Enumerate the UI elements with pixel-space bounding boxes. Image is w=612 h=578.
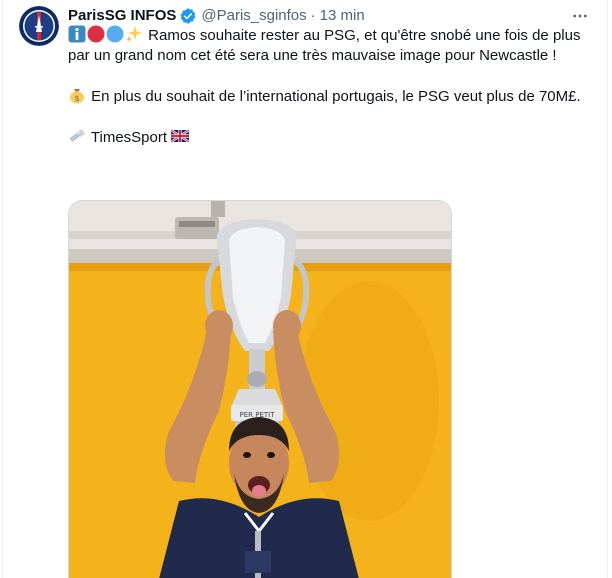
tweet-source-line: TimesSport: [68, 127, 593, 148]
tweet-paragraph-2: $ En plus du souhait de l’international …: [68, 86, 593, 107]
photo-trophy-celebration: PER PETIT: [69, 201, 451, 578]
verified-badge-icon[interactable]: [179, 7, 197, 25]
uk-flag-icon: [171, 129, 190, 143]
info-icon: [68, 25, 86, 43]
red-circle-icon: [87, 25, 105, 43]
separator-dot: ·: [310, 7, 316, 24]
money-bag-icon: $: [70, 89, 84, 104]
tweet-paragraph-1: Ramos souhaite rester au PSG, et qu'être…: [68, 25, 593, 66]
newspaper-icon: [69, 128, 86, 143]
tweet-header: ParisSG INFOS @Paris_sginfos · 13 min: [68, 6, 588, 26]
avatar[interactable]: [19, 6, 59, 46]
author-name[interactable]: ParisSG INFOS: [68, 6, 176, 26]
author-handle[interactable]: @Paris_sginfos: [201, 6, 306, 26]
sparkles-icon: [126, 26, 142, 42]
tweet-timestamp[interactable]: 13 min: [320, 6, 365, 26]
tweet-text: Ramos souhaite rester au PSG, et qu'être…: [68, 25, 593, 148]
blue-circle-icon: [106, 25, 124, 43]
tweet-paragraph-1-text: Ramos souhaite rester au PSG, et qu'être…: [68, 27, 581, 64]
svg-text:$: $: [74, 94, 79, 103]
tweet-photo[interactable]: PER PETIT: [68, 200, 452, 578]
tweet-paragraph-2-text: En plus du souhait de l’international po…: [91, 88, 581, 105]
source-name: TimesSport: [90, 129, 168, 146]
psg-logo-icon: [19, 6, 59, 46]
more-options-icon[interactable]: [570, 6, 590, 26]
